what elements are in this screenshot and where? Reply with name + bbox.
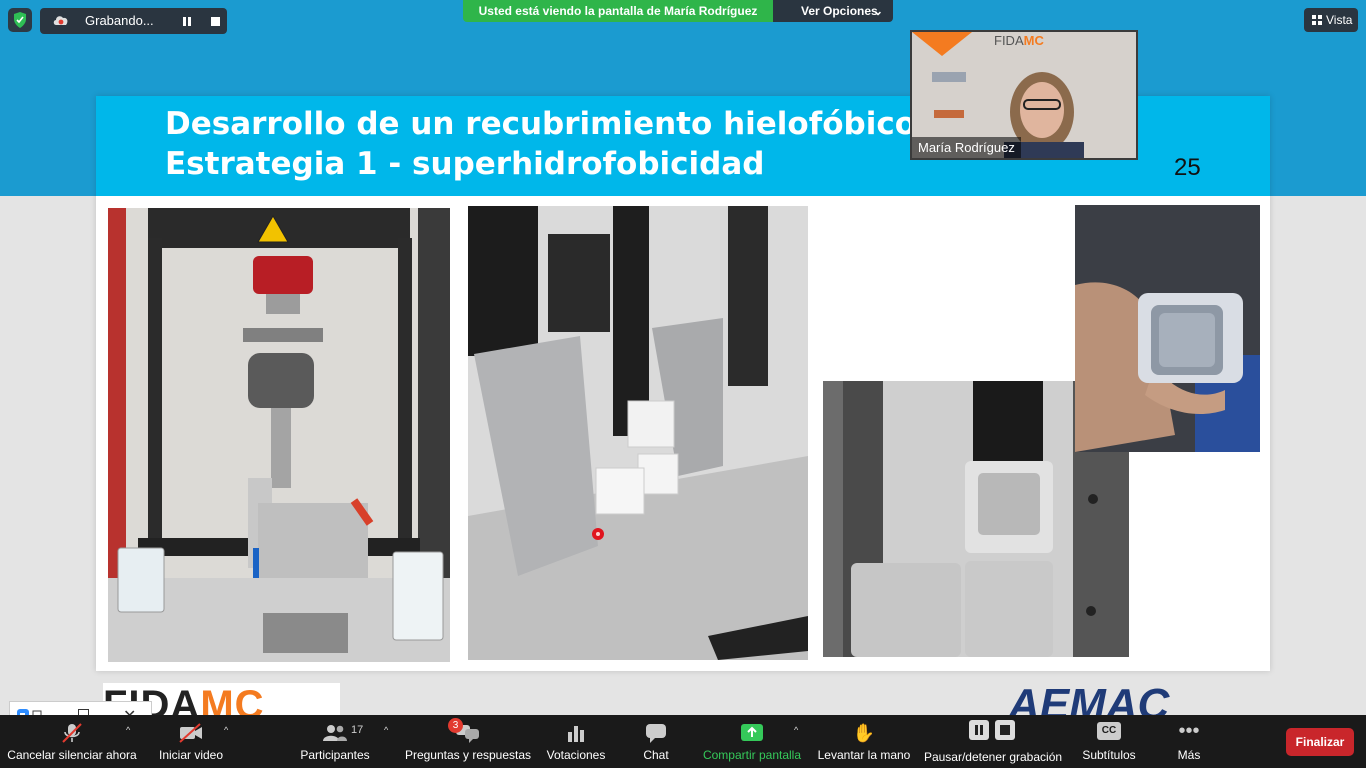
closed-captions-icon: CC	[1097, 722, 1121, 740]
recording-label: Grabando...	[85, 13, 154, 28]
start-video-button[interactable]: Iniciar video	[150, 715, 232, 768]
share-options-caret-icon[interactable]: ^	[794, 725, 798, 735]
grid-view-icon	[1312, 15, 1322, 25]
cloud-recording-icon	[52, 13, 70, 30]
recording-indicator: Grabando...	[40, 8, 227, 34]
captions-button[interactable]: CC Subtítulos	[1076, 715, 1142, 768]
view-button[interactable]: Vista	[1304, 8, 1358, 32]
view-options-label: Ver Opciones	[801, 4, 878, 18]
more-dots-icon: •••	[1178, 720, 1200, 742]
qa-notification-badge: 3	[448, 718, 463, 733]
stop-recording-icon[interactable]	[204, 12, 226, 30]
recording-controls-icon	[969, 720, 1015, 740]
video-options-caret-icon[interactable]: ^	[224, 725, 228, 735]
participants-button[interactable]: Participantes	[296, 715, 374, 768]
photo-hand-sample	[1075, 205, 1260, 452]
pause-recording-icon[interactable]	[176, 12, 198, 30]
qa-label: Preguntas y respuestas	[404, 748, 532, 762]
presentation-slide: Desarrollo de un recubrimiento hielofóbi…	[96, 96, 1270, 671]
share-screen-arrow-icon	[741, 724, 763, 741]
video-camera-off-icon	[179, 723, 202, 743]
shared-screen: Desarrollo de un recubrimiento hielofóbi…	[0, 0, 1366, 715]
slide-number: 25	[1174, 154, 1201, 181]
photo-test-machine	[108, 208, 450, 662]
share-screen-label: Compartir pantalla	[702, 748, 802, 762]
participant-name-label: María Rodríguez	[912, 137, 1021, 158]
photo-aluminum-plate	[468, 206, 808, 660]
view-options-button[interactable]: Ver Opciones ⌄	[773, 0, 893, 22]
participants-label: Participantes	[300, 748, 370, 762]
polls-label: Votaciones	[546, 748, 606, 762]
screen-share-banner: Usted está viendo la pantalla de María R…	[463, 0, 773, 22]
footer-logos: FIDAMC AEMAC	[0, 678, 1366, 715]
meeting-toolbar: Cancelar silenciar ahora ^ Iniciar video…	[0, 715, 1366, 768]
raise-hand-button[interactable]: ✋ Levantar la mano	[814, 715, 914, 768]
microphone-muted-icon	[62, 723, 82, 743]
slide-title: Desarrollo de un recubrimiento hielofóbi…	[165, 104, 928, 184]
unmute-label: Cancelar silenciar ahora	[7, 748, 137, 762]
raise-hand-label: Levantar la mano	[817, 748, 911, 762]
chat-bubble-icon	[646, 724, 666, 743]
slide-title-line1: Desarrollo de un recubrimiento hielofóbi…	[165, 106, 929, 142]
start-video-label: Iniciar video	[158, 748, 224, 762]
svg-text:FIDAMC: FIDAMC	[994, 33, 1044, 48]
security-shield-icon[interactable]	[8, 8, 32, 32]
end-meeting-button[interactable]: Finalizar	[1286, 728, 1354, 756]
participants-icon	[323, 725, 347, 741]
chat-label: Chat	[643, 748, 669, 762]
captions-label: Subtítulos	[1082, 748, 1136, 762]
aemac-logo: AEMAC	[1008, 680, 1170, 715]
view-button-label: Vista	[1326, 13, 1353, 27]
recording-controls-label: Pausar/detener grabación	[923, 750, 1063, 764]
participants-count: 17	[351, 724, 364, 736]
slide-title-line2: Estrategia 1 - superhidrofobicidad	[165, 146, 765, 182]
more-label: Más	[1177, 748, 1201, 762]
chevron-down-icon: ⌄	[872, 4, 883, 18]
qa-button[interactable]: Preguntas y respuestas	[404, 715, 532, 768]
raise-hand-icon: ✋	[852, 723, 876, 743]
pause-stop-recording-button[interactable]: Pausar/detener grabación	[922, 715, 1064, 768]
chat-button[interactable]: Chat	[628, 715, 684, 768]
polls-button[interactable]: Votaciones	[542, 715, 610, 768]
unmute-button[interactable]: Cancelar silenciar ahora	[0, 715, 144, 768]
logo-mc-text: MC	[200, 683, 265, 715]
audio-options-caret-icon[interactable]: ^	[126, 725, 130, 735]
polls-bar-chart-icon	[568, 726, 584, 742]
share-screen-button[interactable]: Compartir pantalla	[700, 715, 804, 768]
more-button[interactable]: ••• Más	[1164, 715, 1214, 768]
participant-video-tile[interactable]: FIDAMC María Rodríguez	[910, 30, 1138, 160]
participants-options-caret-icon[interactable]: ^	[384, 725, 388, 735]
